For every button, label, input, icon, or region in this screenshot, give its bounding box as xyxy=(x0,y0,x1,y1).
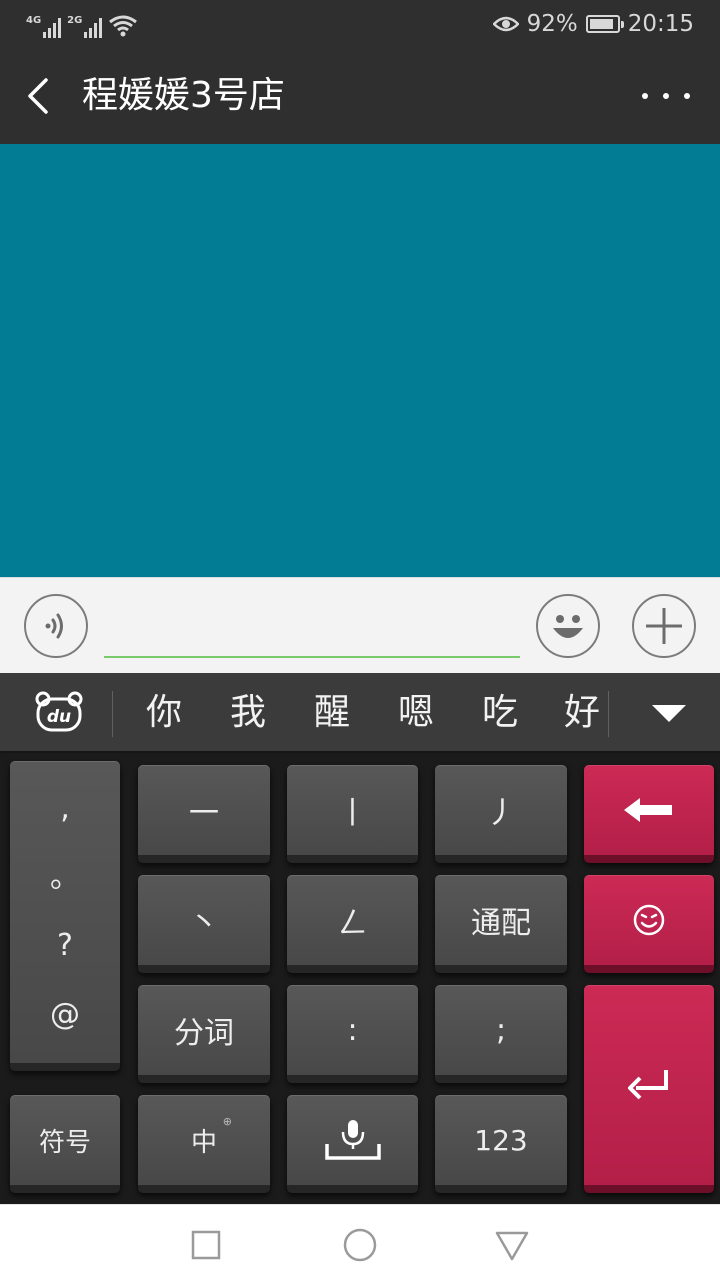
signal-4g: 4G xyxy=(26,15,62,38)
candidate-word[interactable]: 好 xyxy=(552,685,612,741)
voice-icon xyxy=(45,613,63,639)
punctuation-period[interactable]: 。 xyxy=(50,858,80,898)
chat-content-area xyxy=(0,144,720,577)
numeric-keyboard-key[interactable]: 123 xyxy=(435,1095,567,1193)
status-bar: 4G 2G 92% 20:15 xyxy=(0,0,720,48)
candidate-word[interactable]: 醒 xyxy=(302,685,362,741)
ime-candidate-bar: du 你 我 醒 嗯 吃 好 xyxy=(0,673,720,753)
signal-bars-icon xyxy=(43,16,62,38)
collapse-candidates-button[interactable] xyxy=(644,693,694,733)
battery-icon xyxy=(585,15,624,33)
candidate-word[interactable]: 吃 xyxy=(470,685,530,741)
candidate-divider xyxy=(608,691,609,737)
stroke-key-horizontal[interactable]: 一 xyxy=(138,765,270,863)
battery-percent: 92% xyxy=(526,11,578,37)
enter-key[interactable] xyxy=(584,985,714,1193)
punctuation-question[interactable]: ? xyxy=(57,926,73,966)
signal-bars-icon xyxy=(84,16,103,38)
language-switch-key[interactable]: 中 ⊕ xyxy=(138,1095,270,1193)
stroke-key-vertical[interactable]: 丨 xyxy=(287,765,418,863)
segmentation-key[interactable]: 分词 xyxy=(138,985,270,1083)
network-type-label: 2G xyxy=(67,15,83,26)
back-triangle-icon[interactable] xyxy=(492,1225,532,1265)
symbols-key[interactable]: 符号 xyxy=(10,1095,120,1193)
battery-level-fill xyxy=(589,19,614,29)
candidate-divider xyxy=(112,691,113,737)
smiley-face-icon xyxy=(553,615,583,638)
clock: 20:15 xyxy=(627,11,694,37)
backspace-key[interactable] xyxy=(584,765,714,863)
more-functions-button[interactable] xyxy=(632,594,696,658)
backspace-arrow-icon xyxy=(624,798,672,822)
semicolon-key[interactable]: ; xyxy=(435,985,567,1083)
svg-text:du: du xyxy=(47,707,71,727)
candidate-word[interactable]: 嗯 xyxy=(386,685,446,741)
network-type-label: 4G xyxy=(26,15,42,26)
wifi-icon xyxy=(109,15,138,37)
home-circle-icon[interactable] xyxy=(340,1225,380,1265)
emoji-key[interactable] xyxy=(584,875,714,973)
chat-input-bar xyxy=(0,577,720,673)
stroke-key-dot[interactable]: 丶 xyxy=(138,875,270,973)
punctuation-comma[interactable]: , xyxy=(60,789,70,829)
wildcard-key[interactable]: 通配 xyxy=(435,875,567,973)
more-options-icon[interactable] xyxy=(642,82,690,110)
punctuation-key-column[interactable]: , 。 ? @ xyxy=(10,761,120,1071)
status-right: 92% 20:15 xyxy=(492,8,694,40)
recent-apps-square-icon[interactable] xyxy=(186,1225,226,1265)
status-left: 4G 2G xyxy=(26,10,138,38)
colon-key[interactable]: : xyxy=(287,985,418,1083)
stroke-key-left-falling[interactable]: 丿 xyxy=(435,765,567,863)
emoji-button[interactable] xyxy=(536,594,600,658)
baidu-ime-logo-icon[interactable]: du xyxy=(34,691,84,733)
triangle-down-icon xyxy=(652,705,686,722)
system-navigation-bar xyxy=(0,1204,720,1280)
message-input[interactable] xyxy=(104,612,520,658)
enter-return-icon xyxy=(628,1070,668,1100)
candidate-word[interactable]: 我 xyxy=(218,685,278,741)
page-title: 程媛媛3号店 xyxy=(82,75,285,116)
eye-comfort-icon xyxy=(492,16,519,32)
stroke-keyboard: , 。 ? @ 一 丨 丿 丶 ㄥ 通配 分词 : ; 符号 中 ⊕ 123 xyxy=(0,753,720,1204)
stroke-key-turning[interactable]: ㄥ xyxy=(287,875,418,973)
screen: 4G 2G 92% 20:15 程媛媛3号店 du 你 我 醒 嗯 吃 好 , … xyxy=(0,0,720,1280)
smiley-icon xyxy=(633,904,665,936)
microphone-space-icon xyxy=(324,1120,381,1160)
voice-input-button[interactable] xyxy=(24,594,88,658)
globe-icon: ⊕ xyxy=(222,1115,232,1128)
punctuation-at[interactable]: @ xyxy=(50,995,80,1035)
space-voice-key[interactable] xyxy=(287,1095,418,1193)
title-bar: 程媛媛3号店 xyxy=(0,48,720,144)
language-label: 中 xyxy=(190,1127,217,1158)
back-arrow-icon[interactable] xyxy=(22,74,62,118)
plus-icon xyxy=(646,608,682,644)
signal-2g: 2G xyxy=(67,15,103,38)
candidate-word[interactable]: 你 xyxy=(134,685,194,741)
